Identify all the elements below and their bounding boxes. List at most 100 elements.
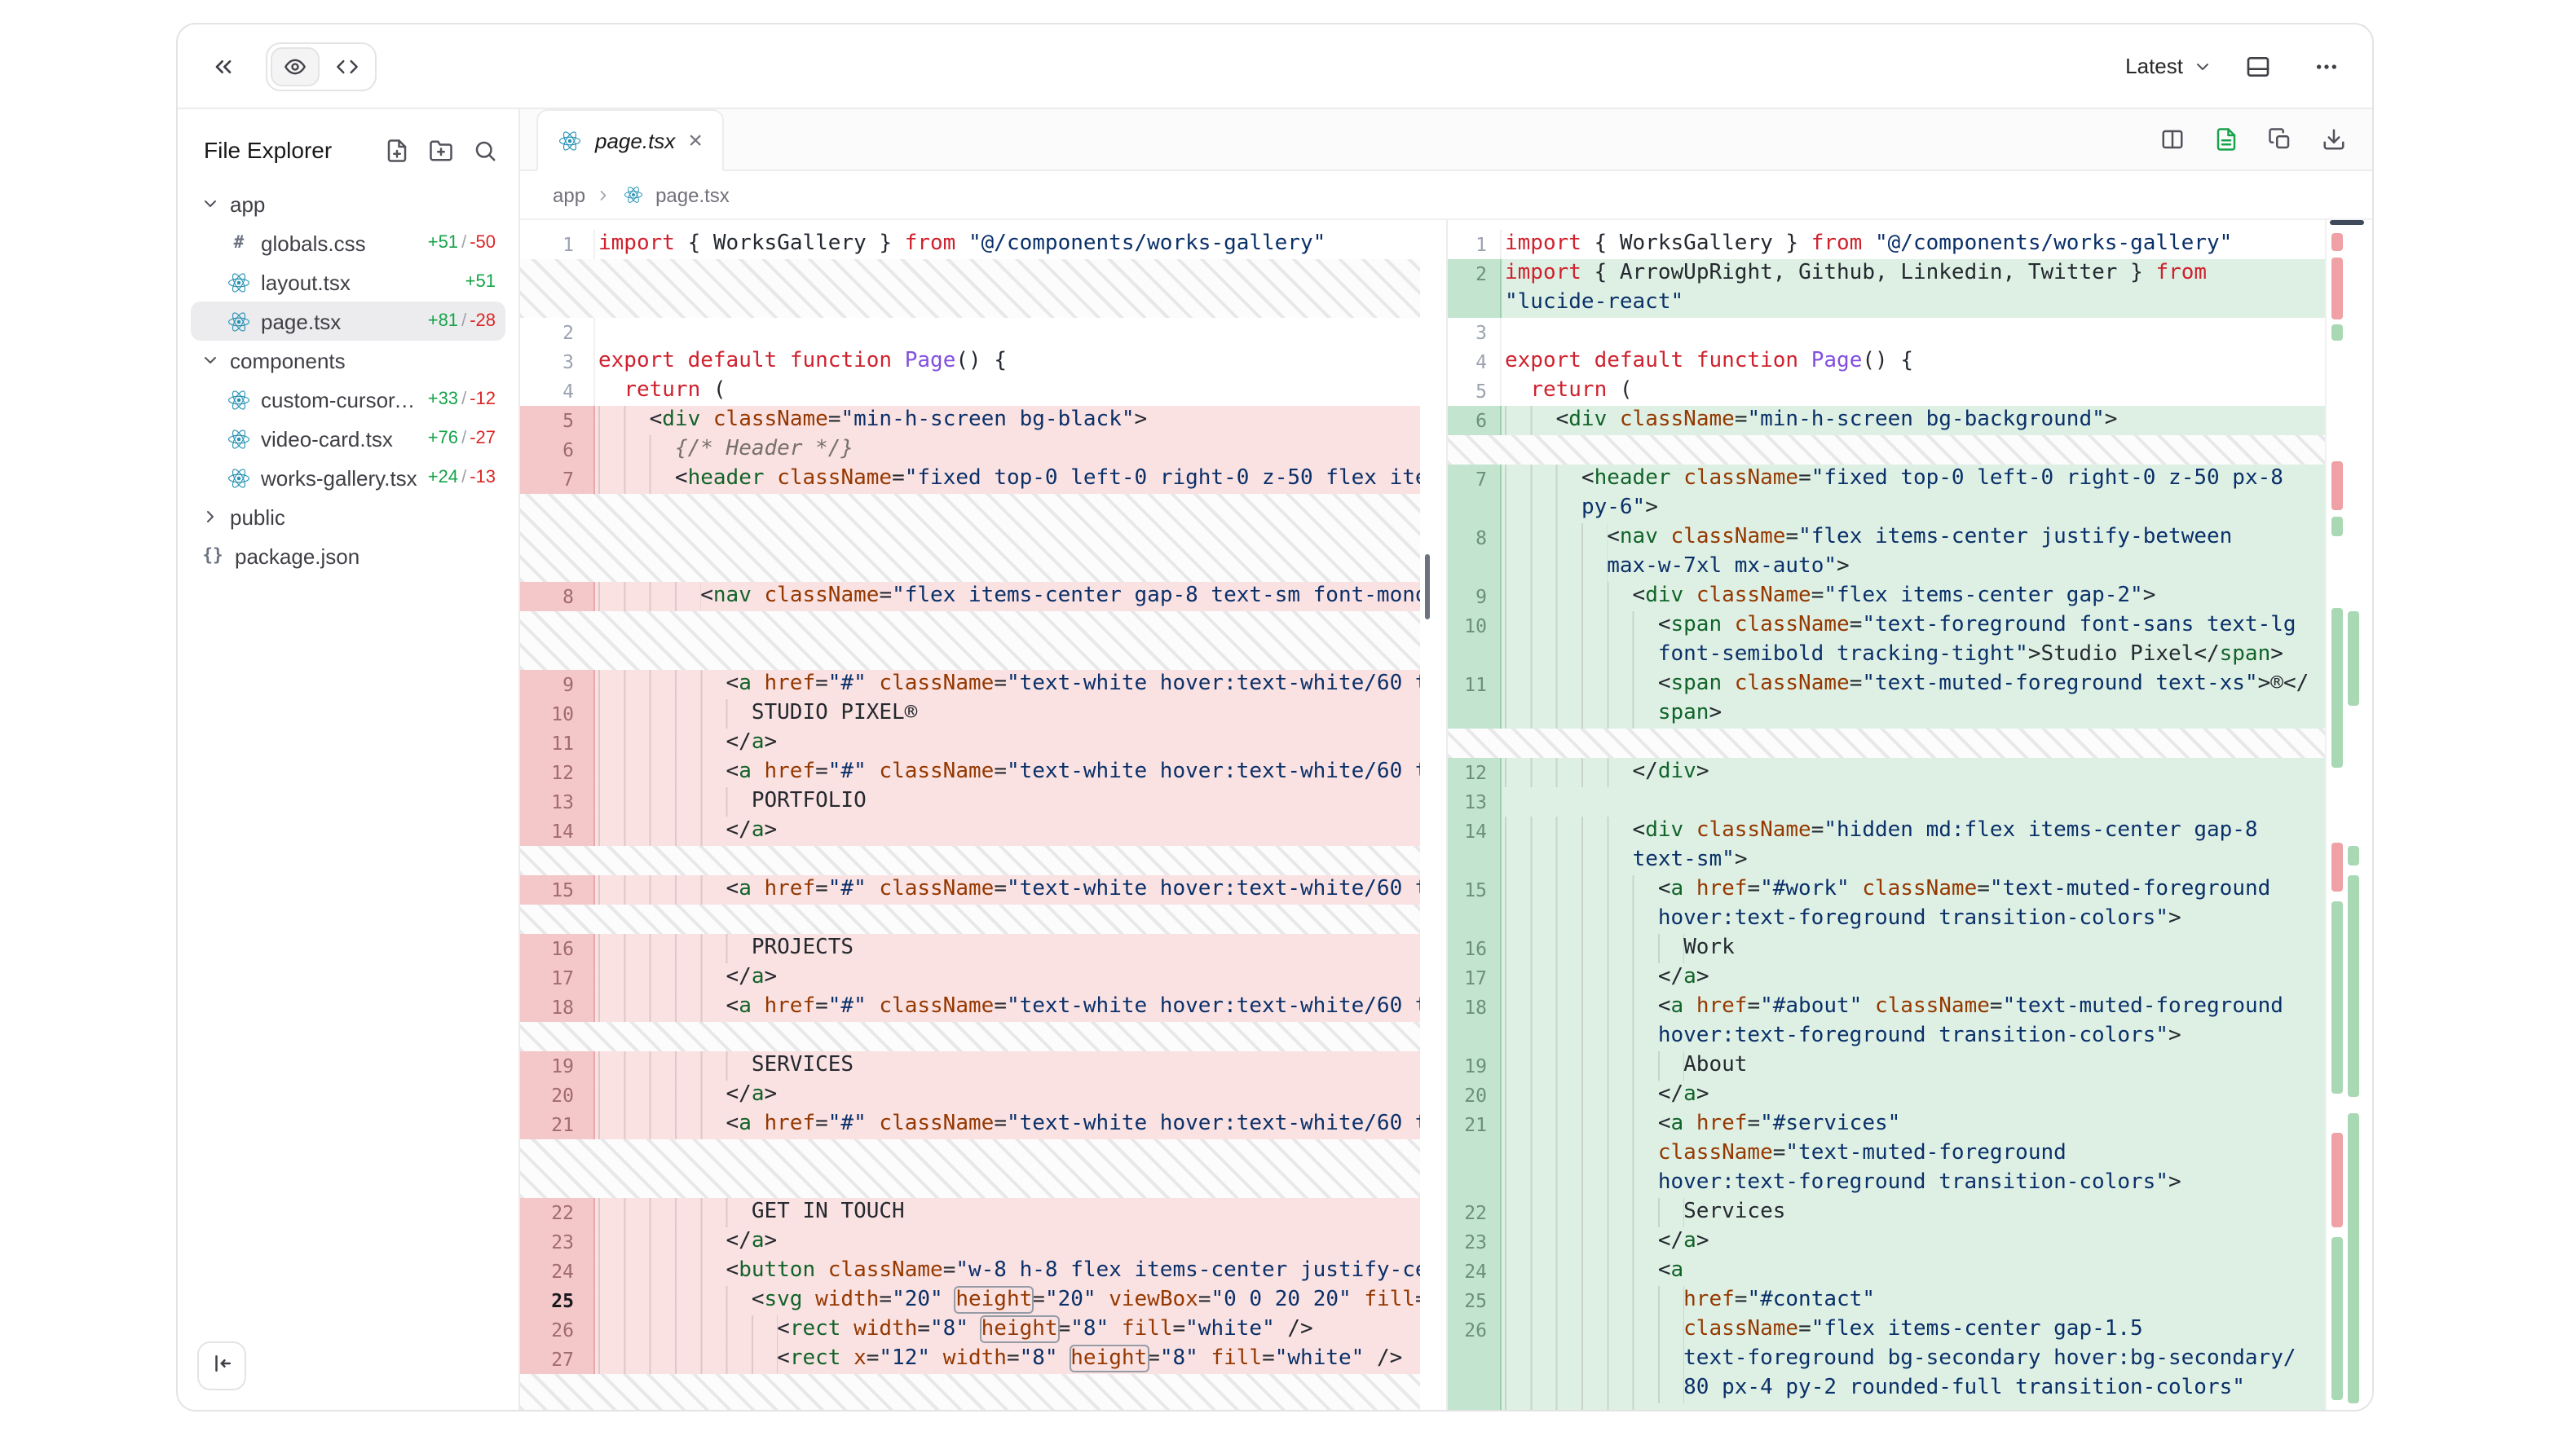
code-line: 80 px-4 py-2 rounded-full transition-col… — [1448, 1374, 2325, 1403]
diff-stats: +76/-27 — [428, 429, 496, 448]
line-number: 8 — [1448, 523, 1502, 553]
line-number: 1 — [520, 230, 595, 259]
diff-left-rows: 1import { WorksGallery } from "@/compone… — [520, 230, 1446, 1410]
tree-folder-public[interactable]: public — [191, 497, 505, 536]
line-number: 16 — [1448, 934, 1502, 963]
react-file-icon — [558, 130, 582, 151]
diff-collapsed-spacer — [520, 259, 1420, 318]
line-number — [1448, 553, 1502, 582]
panel-layout-button[interactable] — [2235, 43, 2281, 89]
file-label: custom-cursor.tsx — [261, 387, 418, 412]
code-line: span> — [1448, 699, 2325, 729]
line-number: 25 — [520, 1286, 595, 1315]
line-number — [1448, 846, 1502, 875]
line-number: 19 — [520, 1051, 595, 1081]
close-tab-icon[interactable]: × — [688, 128, 703, 152]
tab-label: page.tsx — [595, 128, 675, 152]
tree-file-layout.tsx[interactable]: layout.tsx+51 — [191, 262, 505, 302]
code-line: 22 Services — [1448, 1198, 2325, 1227]
file-diff-icon — [2213, 127, 2238, 152]
collapse-left-button[interactable] — [201, 43, 246, 89]
main-area: File Explorer app#globals.css+51/-50la — [178, 109, 2372, 1410]
tree-file-works-gallery.tsx[interactable]: works-gallery.tsx+24/-13 — [191, 458, 505, 497]
diff-collapsed-spacer — [520, 1374, 1420, 1410]
line-number: 23 — [1448, 1227, 1502, 1257]
more-options-button[interactable] — [2304, 43, 2349, 89]
new-folder-button[interactable] — [422, 132, 458, 168]
download-icon — [2321, 127, 2345, 152]
code-line: 14 <div className="hidden md:flex items-… — [1448, 817, 2325, 846]
line-number: 18 — [1448, 993, 1502, 1022]
line-number: 7 — [520, 465, 595, 494]
line-number: 10 — [1448, 611, 1502, 641]
line-number: 8 — [520, 582, 595, 611]
collapse-sidebar-button[interactable] — [197, 1341, 246, 1390]
code-line: text-sm"> — [1448, 846, 2325, 875]
tree-file-globals.css[interactable]: #globals.css+51/-50 — [191, 223, 505, 262]
file-explorer-title: File Explorer — [204, 137, 378, 163]
line-number: 20 — [520, 1081, 595, 1110]
breadcrumb-file[interactable]: page.tsx — [655, 183, 730, 206]
line-number: 13 — [520, 787, 595, 817]
minimap-column — [2331, 220, 2343, 1410]
new-folder-icon — [428, 138, 452, 162]
code-line: 20 </a> — [520, 1081, 1420, 1110]
line-number: 2 — [1448, 259, 1502, 288]
code-icon — [336, 55, 359, 77]
diff-collapsed-spacer — [520, 1139, 1420, 1198]
tree-file-video-card.tsx[interactable]: video-card.tsx+76/-27 — [191, 419, 505, 458]
tree-file-custom-cursor.tsx[interactable]: custom-cursor.tsx +33/-12 — [191, 380, 505, 419]
diff-pane-right: 1import { WorksGallery } from "@/compone… — [1446, 220, 2325, 1410]
code-panel-window: Latest File Explorer — [176, 23, 2374, 1412]
diff-stats: +33/-12 — [428, 390, 496, 409]
tree-file-page.tsx[interactable]: page.tsx+81/-28 — [191, 302, 505, 341]
code-line: 19 About — [1448, 1051, 2325, 1081]
version-dropdown[interactable]: Latest — [2125, 54, 2212, 78]
line-number — [1448, 641, 1502, 670]
tree-folder-app[interactable]: app — [191, 184, 505, 223]
code-line: 7 <header className="fixed top-0 left-0 … — [1448, 465, 2325, 494]
copy-code-button[interactable] — [2263, 123, 2296, 156]
line-number: 21 — [1448, 1110, 1502, 1139]
line-number: 4 — [1448, 347, 1502, 377]
tree-folder-components[interactable]: components — [191, 341, 505, 380]
file-label: layout.tsx — [261, 270, 456, 294]
line-number — [1448, 1139, 1502, 1169]
code-line: 16 PROJECTS — [520, 934, 1420, 963]
file-label: components — [230, 348, 496, 372]
diff-stats: +51/-50 — [428, 233, 496, 253]
file-changes-button[interactable] — [2209, 123, 2242, 156]
minimap[interactable] — [2325, 220, 2372, 1410]
file-label: public — [230, 504, 496, 529]
download-button[interactable] — [2317, 123, 2349, 156]
tree-file-package.json[interactable]: {}package.json — [191, 536, 505, 575]
line-number — [1448, 905, 1502, 934]
editor-actions — [2155, 109, 2372, 170]
line-number — [1448, 1169, 1502, 1198]
line-number: 17 — [520, 963, 595, 993]
code-line: className="text-muted-foreground — [1448, 1139, 2325, 1169]
search-button[interactable] — [466, 132, 502, 168]
code-line: 21 <a href="#services" — [1448, 1110, 2325, 1139]
code-line: 17 </a> — [520, 963, 1420, 993]
line-number: 6 — [1448, 406, 1502, 435]
diff-collapsed-spacer — [520, 1022, 1420, 1051]
code-line: 8 <nav className="flex items-center gap-… — [520, 582, 1420, 611]
chevron-down-icon — [201, 350, 220, 370]
tab-page-tsx[interactable]: page.tsx × — [536, 109, 724, 171]
new-file-button[interactable] — [378, 132, 414, 168]
code-line: 27 <rect x="12" width="8" height="8" fil… — [520, 1345, 1420, 1374]
preview-toggle-button[interactable] — [271, 46, 320, 86]
code-toggle-button[interactable] — [323, 46, 372, 86]
code-line: 20 </a> — [1448, 1081, 2325, 1110]
code-line: 25 href="#contact" — [1448, 1286, 2325, 1315]
diff-collapsed-spacer — [520, 494, 1420, 582]
line-number: 6 — [520, 435, 595, 465]
breadcrumb-app[interactable]: app — [553, 183, 585, 206]
react-file-icon — [227, 271, 251, 293]
split-columns-icon — [2159, 127, 2184, 152]
code-line: 26 <rect width="8" height="8" fill="whit… — [520, 1315, 1420, 1345]
split-view-button[interactable] — [2155, 123, 2188, 156]
left-pane-scrollbar[interactable] — [1425, 554, 1430, 619]
code-line: 26 className="flex items-center gap-1.5 — [1448, 1315, 2325, 1345]
